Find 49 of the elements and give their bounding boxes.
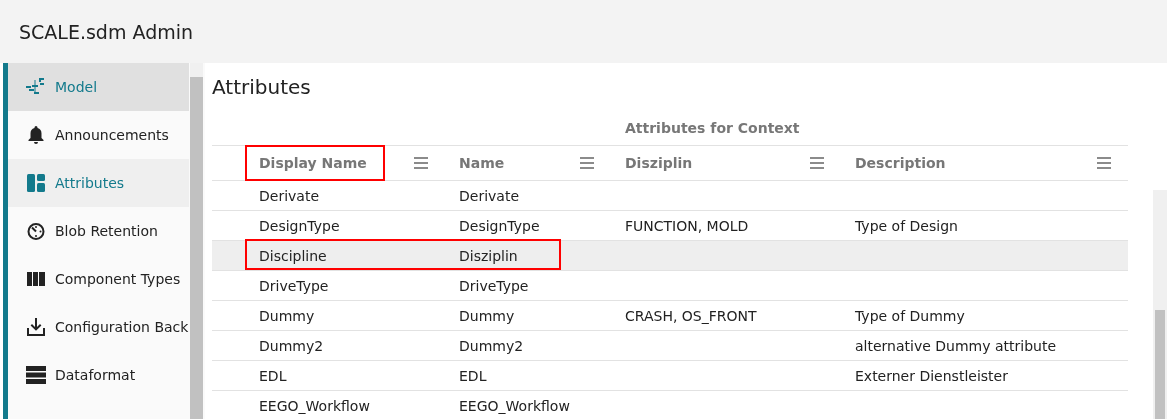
table-cell: alternative Dummy attribute [855,337,1056,354]
scrollbar[interactable] [1153,190,1167,419]
download-icon [25,317,46,337]
table-cell: Dummy [459,307,515,324]
table-cell: DriveType [259,277,329,294]
table-cell: Type of Design [855,217,958,234]
table-cell: DesignType [459,217,540,234]
scrollbar[interactable] [190,63,203,419]
table-cell: Disziplin [459,247,518,264]
stacked-bars-icon [25,365,46,385]
table-cell: Dummy2 [259,337,324,354]
sidebar-item[interactable]: Configuration Back [8,303,189,351]
sidebar-item[interactable]: Attributes [8,159,189,207]
table-cell: Derivate [459,187,519,204]
table-cell: Type of Dummy [855,307,965,324]
sidebar-item[interactable]: Dataformat [8,351,189,399]
table-cell: EDL [259,367,287,384]
table-cell: EEGO_Workflow [459,397,570,414]
table-cell: DesignType [259,217,340,234]
table-cell: CRASH, OS_FRONT [625,307,757,324]
layout-icon [25,173,46,193]
sidebar-item[interactable]: Blob Retention [8,207,189,255]
table-cell: EEGO_Workflow [259,397,370,414]
menu-icon[interactable] [414,157,428,169]
table-cell: Externer Dienstleister [855,367,1008,384]
column-header[interactable]: Description [855,155,946,171]
sidebar-item[interactable]: Announcements [8,111,189,159]
table-cell: Discipline [259,247,327,264]
sidebar-item[interactable]: Model [8,63,189,111]
columns-icon [25,269,46,289]
menu-icon[interactable] [810,157,824,169]
app-title: SCALE.sdm Admin [19,20,193,43]
column-header[interactable]: Display Name [247,147,383,179]
timer-icon [25,221,46,241]
table-cell: Dummy2 [459,337,524,354]
sidebar-item[interactable]: Component Types [8,255,189,303]
table-cell: DriveType [459,277,529,294]
column-header[interactable]: Name [459,155,505,171]
table-cell: Dummy [259,307,315,324]
menu-icon[interactable] [1097,157,1111,169]
table-cell: EDL [459,367,487,384]
table-cell: FUNCTION, MOLD [625,217,749,234]
column-header[interactable]: Disziplin [625,155,693,171]
column-group-header: Attributes for Context [625,119,800,136]
page-title: Attributes [212,75,312,101]
diagram-icon [25,77,46,97]
table-cell: Derivate [259,187,319,204]
table-row[interactable]: Discipline Disziplin [212,241,1128,271]
menu-icon[interactable] [580,157,594,169]
